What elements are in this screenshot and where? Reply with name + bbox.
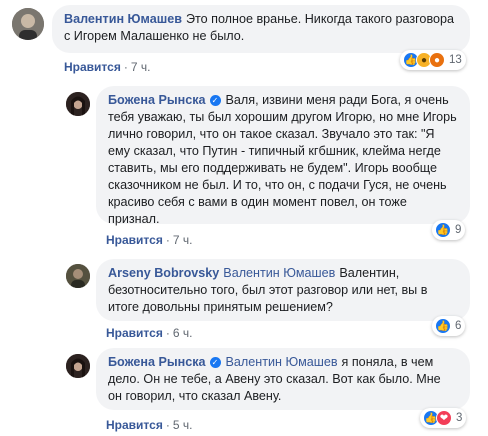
comment-bubble: Божена Рынска ✓ Валентин Юмашев я поняла, в… [96,348,470,410]
like-link[interactable]: Нравится [64,60,121,74]
comment-bubble: Божена Рынска ✓ Валя, извини меня ради Бог… [96,86,470,226]
separator: · [165,233,170,247]
reaction-count: 6 [455,320,462,332]
timestamp[interactable]: 5 ч. [173,418,193,432]
timestamp[interactable]: 7 ч. [173,233,193,247]
angry-icon: ● [429,52,445,68]
verified-badge-icon: ✓ [209,357,221,368]
like-link[interactable]: Нравится [106,418,163,432]
verified-badge-icon: ✓ [209,95,221,106]
avatar[interactable] [66,264,90,288]
separator: · [123,60,128,74]
reactions-summary[interactable]: 👍 6 [432,316,466,336]
mention-link[interactable]: Валентин Юмашев [226,355,338,369]
love-icon: ❤ [436,410,452,426]
comment-actions: Нравится · 5 ч. [106,418,192,432]
reaction-count: 9 [455,224,462,236]
comment-bubble: Валентин Юмашев Это полное вранье. Никогд… [52,5,470,53]
separator: · [165,326,170,340]
reactions-summary[interactable]: 👍 9 [432,220,466,240]
like-link[interactable]: Нравится [106,233,163,247]
comment-author[interactable]: Божена Рынска [108,355,206,369]
comment-actions: Нравится · 7 ч. [64,60,150,74]
comment-author[interactable]: Arseny Bobrovsky [108,266,219,280]
like-link[interactable]: Нравится [106,326,163,340]
mention-link[interactable]: Валентин Юмашев [223,266,335,280]
comment-bubble: Arseny Bobrovsky Валентин Юмашев Валентин,… [96,259,470,321]
comment-actions: Нравится · 6 ч. [106,326,192,340]
comment-author[interactable]: Валентин Юмашев [64,12,182,26]
avatar[interactable] [66,354,90,378]
comment-text: Валя, извини меня ради Бога, я очень теб… [108,93,457,226]
reaction-count: 13 [449,54,462,66]
comment-author[interactable]: Божена Рынска [108,93,206,107]
reactions-summary[interactable]: 👍 ❤ 3 [420,408,467,428]
avatar[interactable] [66,92,90,116]
reaction-count: 3 [456,412,463,424]
reactions-summary[interactable]: 👍 ● ● 13 [400,50,466,70]
thumbs-up-icon: 👍 [435,222,451,238]
comment-actions: Нравится · 7 ч. [106,233,192,247]
avatar[interactable] [12,8,44,40]
separator: · [165,418,170,432]
timestamp[interactable]: 7 ч. [131,60,151,74]
timestamp[interactable]: 6 ч. [173,326,193,340]
thumbs-up-icon: 👍 [435,318,451,334]
